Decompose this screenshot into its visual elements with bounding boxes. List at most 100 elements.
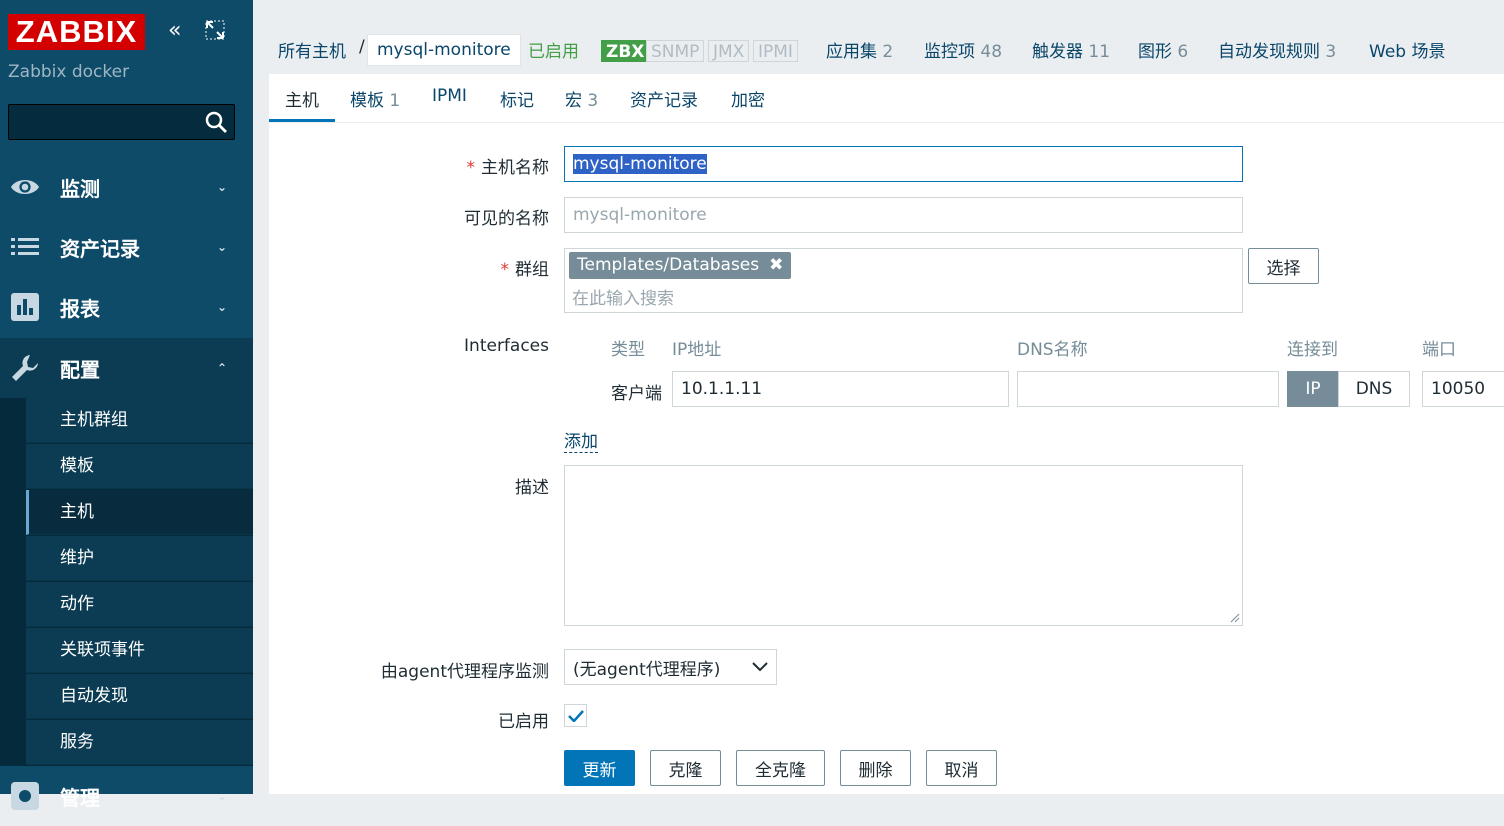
connect-dns-toggle[interactable]: DNS [1338, 371, 1410, 407]
menu-label: 资产记录 [60, 236, 140, 261]
iface-col-ip: IP地址 [672, 340, 722, 360]
active-tab-indicator [269, 119, 335, 122]
submenu-discovery[interactable]: 自动发现 [26, 674, 253, 719]
checkmark-icon [567, 709, 584, 722]
tab-ipmi[interactable]: IPMI [432, 86, 467, 106]
link-count: 2 [882, 42, 894, 62]
tab-macros[interactable]: 宏 3 [565, 86, 598, 111]
link-count: 11 [1088, 42, 1111, 62]
wrench-icon [10, 353, 40, 383]
sidebar-search-input[interactable] [8, 104, 235, 140]
label-text: 主机名称 [481, 158, 549, 178]
required-mark: * [466, 158, 476, 178]
submenu-event-correlation[interactable]: 关联项事件 [26, 628, 253, 673]
remove-tag-icon[interactable]: ✖ [769, 252, 783, 279]
list-icon [10, 237, 40, 257]
link-label: 应用集 [826, 42, 877, 62]
hostname-label: * 主机名称 [467, 153, 550, 178]
label-text: 群组 [515, 260, 549, 280]
tab-label: 宏 [565, 91, 582, 111]
tab-label: 标记 [500, 91, 534, 111]
link-graphs[interactable]: 图形 6 [1138, 37, 1188, 62]
kiosk-mode-icon[interactable] [205, 20, 225, 47]
link-web-scenarios[interactable]: Web 场景 [1369, 37, 1445, 62]
host-status[interactable]: 已启用 [528, 37, 579, 62]
connect-ip-toggle[interactable]: IP [1287, 371, 1339, 407]
search-icon[interactable] [204, 110, 228, 134]
link-triggers[interactable]: 触发器 11 [1032, 37, 1110, 62]
availability-ipmi: IPMI [753, 40, 798, 62]
bar-chart-icon [10, 293, 40, 321]
tab-inventory[interactable]: 资产记录 [630, 86, 698, 111]
menu-label: 监测 [60, 176, 100, 201]
groups-label: * 群组 [501, 255, 550, 280]
iface-ip-value: 10.1.1.11 [681, 379, 763, 399]
link-items[interactable]: 监控项 48 [924, 37, 1002, 62]
menu-administration[interactable]: 管理 ⌄ [0, 766, 253, 826]
proxy-select[interactable]: (无agent代理程序) [564, 649, 777, 685]
breadcrumb-host: mysql-monitore [367, 34, 521, 66]
resize-handle-icon[interactable] [1230, 613, 1240, 623]
group-search-input[interactable]: 在此输入搜索 [572, 284, 674, 309]
enabled-checkbox[interactable] [564, 704, 587, 727]
hostname-input[interactable]: mysql-monitore [564, 146, 1243, 182]
tab-label: 加密 [731, 91, 765, 111]
submenu-host-groups[interactable]: 主机群组 [26, 398, 253, 443]
clone-button[interactable]: 克隆 [650, 750, 721, 786]
tab-encryption[interactable]: 加密 [731, 86, 765, 111]
submenu-actions[interactable]: 动作 [26, 582, 253, 627]
submenu-services[interactable]: 服务 [26, 720, 253, 765]
chevron-down-icon: ⌄ [217, 240, 228, 254]
collapse-sidebar-icon[interactable]: « [168, 18, 181, 44]
cancel-button[interactable]: 取消 [926, 750, 997, 786]
link-label: 图形 [1138, 42, 1172, 62]
visible-name-label: 可见的名称 [464, 209, 549, 229]
menu-label: 报表 [60, 296, 100, 321]
description-textarea[interactable] [564, 465, 1243, 626]
submenu-hosts[interactable]: 主机 [26, 490, 253, 535]
chevron-down-icon: ⌄ [217, 789, 228, 803]
tab-templates[interactable]: 模板 1 [350, 86, 400, 111]
tab-host[interactable]: 主机 [285, 86, 319, 111]
menu-monitoring[interactable]: 监测 ⌄ [0, 157, 253, 217]
tab-tags[interactable]: 标记 [500, 86, 534, 111]
delete-button[interactable]: 删除 [840, 750, 911, 786]
iface-port-input[interactable]: 10050 [1422, 371, 1504, 407]
add-interface-link[interactable]: 添加 [564, 427, 598, 453]
gear-icon [10, 782, 40, 810]
menu-label: 配置 [60, 357, 100, 382]
iface-type: 客户端 [611, 384, 662, 404]
full-clone-button[interactable]: 全克隆 [736, 750, 825, 786]
menu-label: 管理 [60, 785, 100, 810]
menu-inventory[interactable]: 资产记录 ⌄ [0, 217, 253, 277]
link-applications[interactable]: 应用集 2 [826, 37, 893, 62]
update-button[interactable]: 更新 [564, 750, 635, 786]
link-count: 6 [1177, 42, 1189, 62]
link-count: 3 [1325, 42, 1337, 62]
availability-zbx: ZBX [601, 40, 650, 62]
iface-ip-input[interactable]: 10.1.1.11 [672, 371, 1009, 407]
iface-dns-input[interactable] [1017, 371, 1279, 407]
visible-name-input[interactable]: mysql-monitore [564, 197, 1243, 233]
menu-configuration[interactable]: 配置 ⌃ [0, 338, 253, 398]
select-groups-button[interactable]: 选择 [1248, 248, 1319, 284]
required-mark: * [500, 260, 510, 280]
hostname-value: mysql-monitore [573, 154, 707, 174]
chevron-down-icon: ⌄ [217, 180, 228, 194]
chevron-down-icon [752, 662, 768, 672]
breadcrumb-all-hosts[interactable]: 所有主机 [278, 37, 346, 62]
menu-reports[interactable]: 报表 ⌄ [0, 277, 253, 337]
configuration-submenu: 主机群组 模板 主机 维护 动作 关联项事件 自动发现 服务 [0, 398, 253, 766]
iface-col-type: 类型 [611, 340, 645, 360]
tab-label: 资产记录 [630, 91, 698, 111]
group-tag: Templates/Databases ✖ [569, 252, 792, 279]
zabbix-logo[interactable]: ZABBIX [8, 14, 145, 50]
link-label: Web 场景 [1369, 42, 1446, 62]
proxy-label: 由agent代理程序监测 [380, 662, 549, 682]
link-discovery-rules[interactable]: 自动发现规则 3 [1218, 37, 1336, 62]
submenu-maintenance[interactable]: 维护 [26, 536, 253, 581]
submenu-templates[interactable]: 模板 [26, 444, 253, 489]
chevron-down-icon: ⌄ [217, 300, 228, 314]
tab-count: 1 [389, 91, 401, 111]
iface-col-dns: DNS名称 [1017, 340, 1088, 360]
